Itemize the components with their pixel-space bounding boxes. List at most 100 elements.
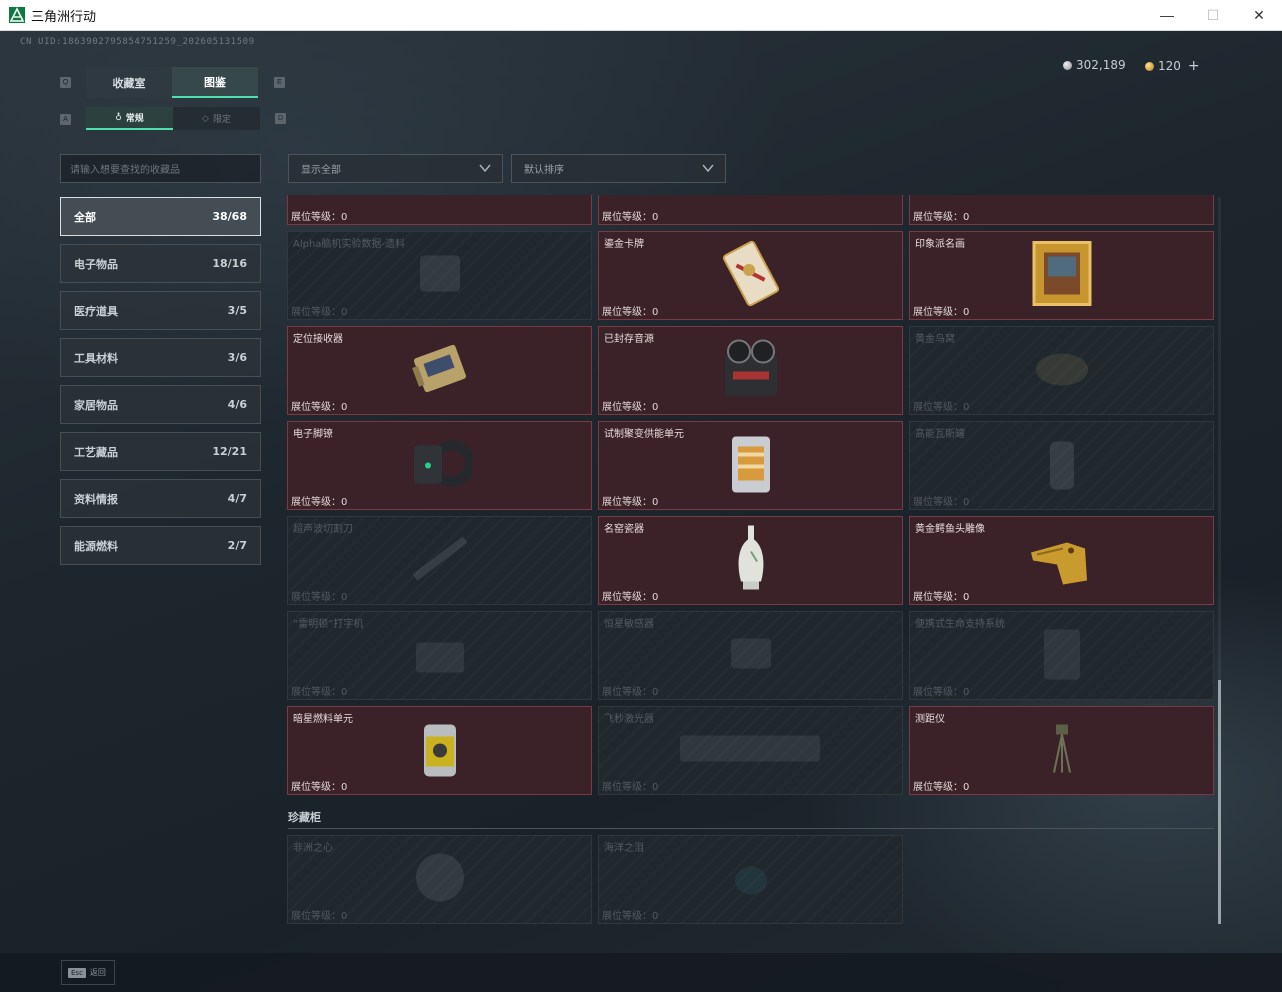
category-count: 18/16 [212, 257, 247, 270]
collection-item-card[interactable]: 名窑瓷器 展位等级：0 [598, 516, 903, 605]
level-label: 展位等级： [602, 911, 652, 922]
category-electronics[interactable]: 电子物品 18/16 [60, 244, 261, 283]
item-name: 鎏金卡牌 [604, 239, 644, 250]
collection-item-card[interactable]: 超声波切割刀 展位等级：0 [287, 516, 592, 605]
item-name: 非洲之心 [293, 843, 333, 854]
level-label: 展位等级： [291, 212, 341, 223]
esc-key-icon: Esc [68, 967, 86, 978]
teardrop-gem-icon [726, 852, 776, 907]
collection-item-card[interactable]: 已封存音源 展位等级：0 [598, 326, 903, 415]
maximize-button[interactable]: ☐ [1190, 0, 1236, 31]
search-input[interactable]: 请输入想要查找的收藏品 [60, 154, 261, 183]
subtab-limited[interactable]: ◇ 限定 [173, 107, 260, 130]
level-value: 0 [963, 307, 970, 318]
device-icon [410, 243, 470, 308]
cutter-icon [405, 533, 475, 588]
collection-item-card[interactable]: 鎏金卡牌展位等级：0 [598, 231, 903, 320]
collection-item-card[interactable]: 非洲之心展位等级：0 [287, 835, 592, 924]
collection-item-card[interactable]: 展位等级：0 [909, 195, 1214, 225]
collection-item-card[interactable]: 飞秒激光器 展位等级：0 [598, 706, 903, 795]
limited-icon: ◇ [202, 113, 209, 124]
item-name: 黄金鸟窝 [915, 334, 955, 345]
level-value: 0 [652, 497, 659, 508]
minimize-button[interactable]: — [1144, 0, 1190, 31]
item-level: 展位等级：0 [602, 493, 658, 508]
category-crafts[interactable]: 工艺藏品 12/21 [60, 432, 261, 471]
item-level: 展位等级：0 [913, 778, 969, 793]
tab-catalog[interactable]: 图鉴 [172, 67, 258, 98]
level-value: 0 [963, 402, 970, 413]
collection-item-card[interactable]: 展位等级：0 [287, 195, 592, 225]
item-name: 恒星敏感器 [604, 619, 654, 630]
level-label: 展位等级： [913, 307, 963, 318]
tab-label: 收藏室 [112, 76, 146, 90]
category-count: 38/68 [212, 210, 247, 223]
grid-scrollbar[interactable] [1218, 197, 1221, 924]
collection-item-card[interactable]: 高能瓦斯罐 展位等级：0 [909, 421, 1214, 510]
add-currency-button[interactable]: + [1188, 58, 1200, 74]
collection-item-card[interactable]: 展位等级：0 [598, 195, 903, 225]
collection-item-card[interactable]: Alpha脑机实验数据-遗料 展位等级：0 [287, 231, 592, 320]
back-button[interactable]: Esc 返回 [61, 960, 115, 985]
collection-item-card[interactable]: 定位接收器 展位等级：0 [287, 326, 592, 415]
level-value: 0 [341, 782, 348, 793]
filter-dropdown[interactable]: 显示全部 [288, 154, 503, 183]
regular-icon: ♁ [115, 112, 122, 123]
item-level: 展位等级：0 [913, 683, 969, 698]
tab-label: 图鉴 [204, 75, 226, 89]
collection-item-card[interactable]: “雷明顿”打字机 展位等级：0 [287, 611, 592, 700]
item-level: 展位等级：0 [913, 303, 969, 318]
tab-collection-room[interactable]: 收藏室 [86, 67, 172, 98]
category-household[interactable]: 家居物品 4/6 [60, 385, 261, 424]
item-level: 展位等级：0 [602, 303, 658, 318]
collection-item-card[interactable]: 便携式生命支持系统 展位等级：0 [909, 611, 1214, 700]
item-name: 电子脚镣 [293, 429, 333, 440]
sort-value: 默认排序 [524, 165, 564, 176]
category-medical[interactable]: 医疗道具 3/5 [60, 291, 261, 330]
item-name: 黄金鳄鱼头雕像 [915, 524, 985, 535]
player-uid: CN UID:186390279585475125​9_202605131509 [20, 37, 255, 47]
item-level: 展位等级：0 [291, 493, 347, 508]
sort-dropdown[interactable]: 默认排序 [511, 154, 726, 183]
level-value: 0 [341, 307, 348, 318]
level-label: 展位等级： [602, 212, 652, 223]
category-intel[interactable]: 资料情报 4/7 [60, 479, 261, 518]
category-count: 3/6 [227, 351, 247, 364]
level-label: 展位等级： [913, 687, 963, 698]
level-label: 展位等级： [602, 402, 652, 413]
receiver-icon [408, 338, 472, 403]
collection-item-card[interactable]: 试制聚变供能单元 展位等级：0 [598, 421, 903, 510]
collection-item-card[interactable]: 测距仪 展位等级：0 [909, 706, 1214, 795]
category-list: 全部 38/68 电子物品 18/16 医疗道具 3/5 工具材料 3/6 家居物品 4/… [60, 197, 261, 573]
main-tabs: 收藏室 图鉴 [86, 67, 258, 98]
gold-coin-icon [1145, 61, 1154, 71]
level-value: 0 [963, 497, 970, 508]
collection-item-card[interactable]: 黄金鸟窝展位等级：0 [909, 326, 1214, 415]
item-level: 展位等级：0 [291, 907, 347, 922]
item-level: 展位等级：0 [913, 398, 969, 413]
vase-icon [731, 521, 771, 600]
collection-item-card[interactable]: 印象派名画 展位等级：0 [909, 231, 1214, 320]
scrollbar-thumb[interactable] [1218, 680, 1221, 924]
window-titlebar: 三角洲行动 — ☐ ✕ [0, 0, 1282, 31]
level-label: 展位等级： [913, 402, 963, 413]
category-all[interactable]: 全部 38/68 [60, 197, 261, 236]
close-button[interactable]: ✕ [1236, 0, 1282, 31]
item-name: 飞秒激光器 [604, 714, 654, 725]
item-name: 暗星燃料单元 [293, 714, 353, 725]
collection-item-card[interactable]: 暗星燃料单元 展位等级：0 [287, 706, 592, 795]
category-tools[interactable]: 工具材料 3/6 [60, 338, 261, 377]
collection-item-card[interactable]: 电子脚镣展位等级：0 [287, 421, 592, 510]
ankle-monitor-icon [408, 435, 475, 496]
category-energy[interactable]: 能源燃料 2/7 [60, 526, 261, 565]
subtab-regular[interactable]: ♁ 常规 [86, 107, 173, 130]
collection-item-card[interactable]: 海洋之泪 展位等级：0 [598, 835, 903, 924]
window-title: 三角洲行动 [31, 9, 97, 25]
collection-item-card[interactable]: 黄金鳄鱼头雕像展位等级：0 [909, 516, 1214, 605]
laser-icon [676, 723, 826, 778]
collection-item-card[interactable]: 恒星敏感器 展位等级：0 [598, 611, 903, 700]
level-value: 0 [963, 592, 970, 603]
level-value: 0 [963, 212, 970, 223]
item-level: 展位等级：0 [602, 208, 658, 223]
item-level: 展位等级：0 [913, 588, 969, 603]
